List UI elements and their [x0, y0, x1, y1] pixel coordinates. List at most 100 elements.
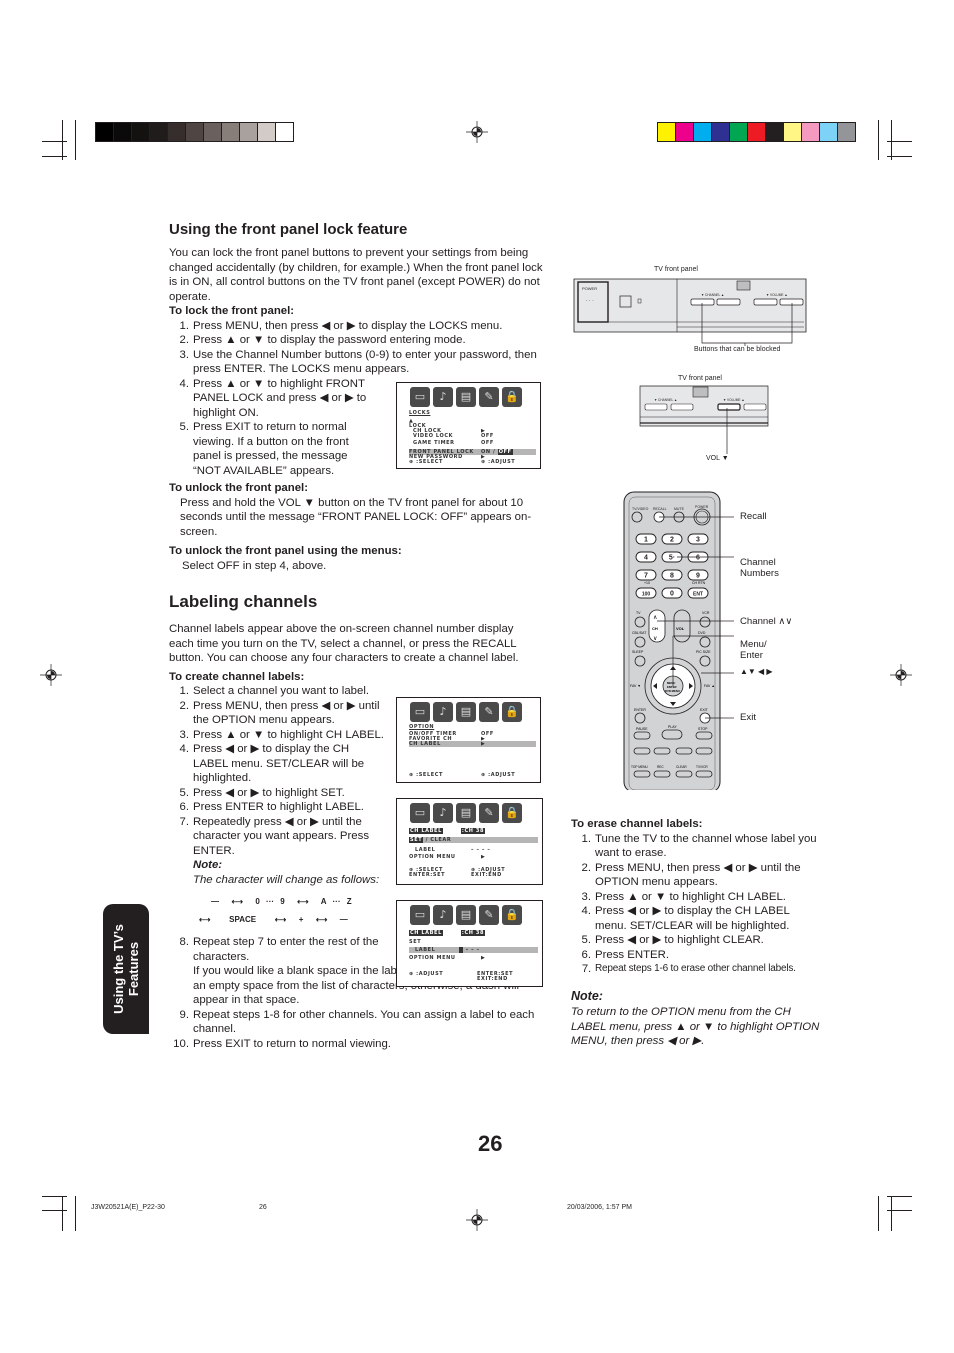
create-subheading: To create channel labels:: [169, 670, 305, 683]
option-icon: ✎: [479, 905, 499, 925]
intro-paragraph: Channel labels appear above the on-scree…: [169, 623, 519, 664]
osd-ch-label-title: CH LABEL:CH 38: [409, 930, 486, 936]
svg-text:TOP MENU: TOP MENU: [631, 765, 648, 769]
tv-front-panel-diagram: POWER · · · ▼ CHANNEL ▲ ▼ VOLUME ▲: [573, 278, 807, 346]
locks-icon: 🔒: [502, 702, 522, 722]
setup-icon: ▤: [456, 905, 476, 925]
callout-channel-up-down: Channel ∧∨: [740, 616, 793, 627]
setup-icon: ▤: [456, 803, 476, 823]
section-heading-front-panel-lock: Using the front panel lock feature: [169, 221, 408, 238]
grayscale-swatch: [186, 123, 204, 141]
number-button-label: 3: [696, 537, 700, 544]
grayscale-swatch: [240, 123, 258, 141]
color-calibration-bar: [657, 122, 856, 142]
osd-ch-label-menu-set-clear: ▭ ♪ ▤ ✎ 🔒 CH LABEL:CH 38 SET / CLEAR LABEL – …: [396, 798, 543, 885]
tv-video-button: [631, 511, 643, 523]
osd-ch-label-menu-label: ▭ ♪ ▤ ✎ 🔒 CH LABEL:CH 38 SET LABEL – – – OPT…: [396, 900, 543, 987]
unlock-subheading: To unlock the front panel:: [169, 482, 309, 494]
osd-menu-icons: ▭ ♪ ▤ ✎ 🔒: [410, 702, 522, 722]
footer-filename: J3W20521A(E)_P22-30: [91, 1204, 165, 1211]
callout-channel-numbers: Channel Numbers: [740, 557, 779, 579]
color-swatch: [730, 123, 748, 141]
erase-note: Note: To return to the OPTION menu from …: [571, 989, 821, 1049]
number-button-label: 1: [644, 537, 648, 544]
locks-icon: 🔒: [502, 387, 522, 407]
color-swatch: [784, 123, 802, 141]
list-item: 1. Select a channel you want to label.: [179, 685, 370, 697]
color-swatch: [802, 123, 820, 141]
callout-exit: Exit: [740, 712, 756, 723]
osd-menu-title: OPTION: [409, 724, 435, 730]
ch-rtn-label: CH RTN: [692, 581, 706, 585]
osd-row-game-timer: GAME TIMER OFF: [413, 440, 494, 446]
osd-menu-icons: ▭ ♪ ▤ ✎ 🔒: [410, 803, 522, 823]
svg-text:▼ VOLUME ▲: ▼ VOLUME ▲: [766, 293, 788, 297]
color-swatch: [838, 123, 855, 141]
list-item: 10. Press EXIT to return to normal viewin…: [173, 1037, 391, 1050]
color-swatch: [676, 123, 694, 141]
svg-text:▼ CHANNEL ▲: ▼ CHANNEL ▲: [654, 398, 677, 402]
front-panel-caption-2: TV front panel: [678, 375, 722, 382]
list-item: 1. Tune the TV to the channel whose label…: [581, 832, 817, 860]
grayscale-calibration-bar: [95, 122, 294, 142]
list-item: 6. Press ENTER.: [581, 948, 670, 961]
grayscale-swatch: [132, 123, 150, 141]
option-icon: ✎: [479, 803, 499, 823]
svg-text:POWER: POWER: [582, 286, 597, 291]
page-number: 26: [478, 1131, 503, 1156]
unlock-menus-subheading: To unlock the front panel using the menu…: [169, 545, 402, 557]
svg-text:CH: CH: [652, 626, 658, 631]
audio-icon: ♪: [433, 905, 453, 925]
svg-text:MUTE: MUTE: [674, 507, 685, 511]
volume-up-button: [779, 298, 804, 306]
erase-subheading: To erase channel labels:: [571, 818, 703, 830]
svg-text:FAV ▲: FAV ▲: [704, 684, 715, 688]
remote-control-diagram: TV/VIDEO RECALL MUTE POWER 1 2 3 4 5· 6 7 8 9 100…: [623, 491, 722, 790]
front-panel-caption: TV front panel: [654, 266, 698, 273]
svg-text:TV/VIDEO: TV/VIDEO: [632, 507, 649, 511]
callout-recall: Recall: [740, 511, 767, 522]
unlock-paragraph: Press and hold the VOL ▼ button on the T…: [180, 496, 532, 538]
footer-page: 26: [259, 1204, 267, 1211]
osd-option-menu: ▭ ♪ ▤ ✎ 🔒 OPTION ON/OFF TIMER OFF FAVORITE CH…: [396, 697, 541, 783]
svg-text:PIC SIZE: PIC SIZE: [696, 650, 711, 654]
registration-mark-icon: [890, 664, 912, 686]
intro-paragraph: You can lock the front panel buttons to …: [169, 247, 543, 303]
picture-icon: ▭: [410, 702, 430, 722]
osd-menu-title: LOCKS: [409, 410, 431, 416]
callout-arrows: ▲▼ ◀ ▶: [740, 667, 773, 676]
section-heading-labeling-channels: Labeling channels: [169, 592, 318, 611]
svg-text:▼ CHANNEL ▲: ▼ CHANNEL ▲: [701, 293, 724, 297]
list-item: 4. Press ◀ or ▶ to display the CH LABEL m…: [581, 905, 790, 932]
osd-row-set-clear: SET / CLEAR: [409, 837, 538, 843]
osd-footer: ⊕ :SELECT ⊕ :ADJUST: [409, 459, 516, 465]
number-button-label: 9: [696, 573, 700, 580]
osd-locks-menu: ▭ ♪ ▤ ✎ 🔒 LOCKS ▲ LOCK CH LOCK ▶ VIDEO LOCK OF…: [396, 382, 541, 469]
list-item: 9. Repeat steps 1-8 for other channels. Y…: [179, 1008, 535, 1036]
callout-menu-enter: Menu/ Enter: [740, 639, 767, 661]
list-item: 1. Press MENU, then press ◀ or ▶ to displ…: [179, 319, 503, 332]
grayscale-swatch: [150, 123, 168, 141]
audio-icon: ♪: [433, 702, 453, 722]
list-item: 6. Press ENTER to highlight LABEL.: [179, 801, 364, 813]
color-swatch: [766, 123, 784, 141]
setup-icon: ▤: [456, 702, 476, 722]
grayscale-swatch: [258, 123, 276, 141]
svg-text:EXIT: EXIT: [700, 708, 709, 712]
osd-row-label: LABEL – – –: [409, 947, 538, 953]
picture-icon: ▭: [410, 387, 430, 407]
erase-labels-content: To erase channel labels: 1. Tune the TV t…: [571, 817, 821, 1049]
color-swatch: [658, 123, 676, 141]
color-swatch: [820, 123, 838, 141]
osd-ch-label-title: CH LABEL:CH 38: [409, 828, 486, 834]
svg-text:∧: ∧: [653, 615, 657, 621]
number-button-label: 7: [644, 573, 648, 580]
osd-menu-icons: ▭ ♪ ▤ ✎ 🔒: [410, 387, 522, 407]
svg-text:PLAY: PLAY: [668, 725, 677, 729]
vol-down-highlighted: [717, 403, 741, 411]
svg-text:▼ VOLUME ▲: ▼ VOLUME ▲: [723, 398, 745, 402]
svg-text:DVD: DVD: [698, 631, 706, 635]
svg-text:VCR: VCR: [702, 611, 710, 615]
lock-subheading: To lock the front panel:: [169, 305, 295, 317]
grayscale-swatch: [222, 123, 240, 141]
